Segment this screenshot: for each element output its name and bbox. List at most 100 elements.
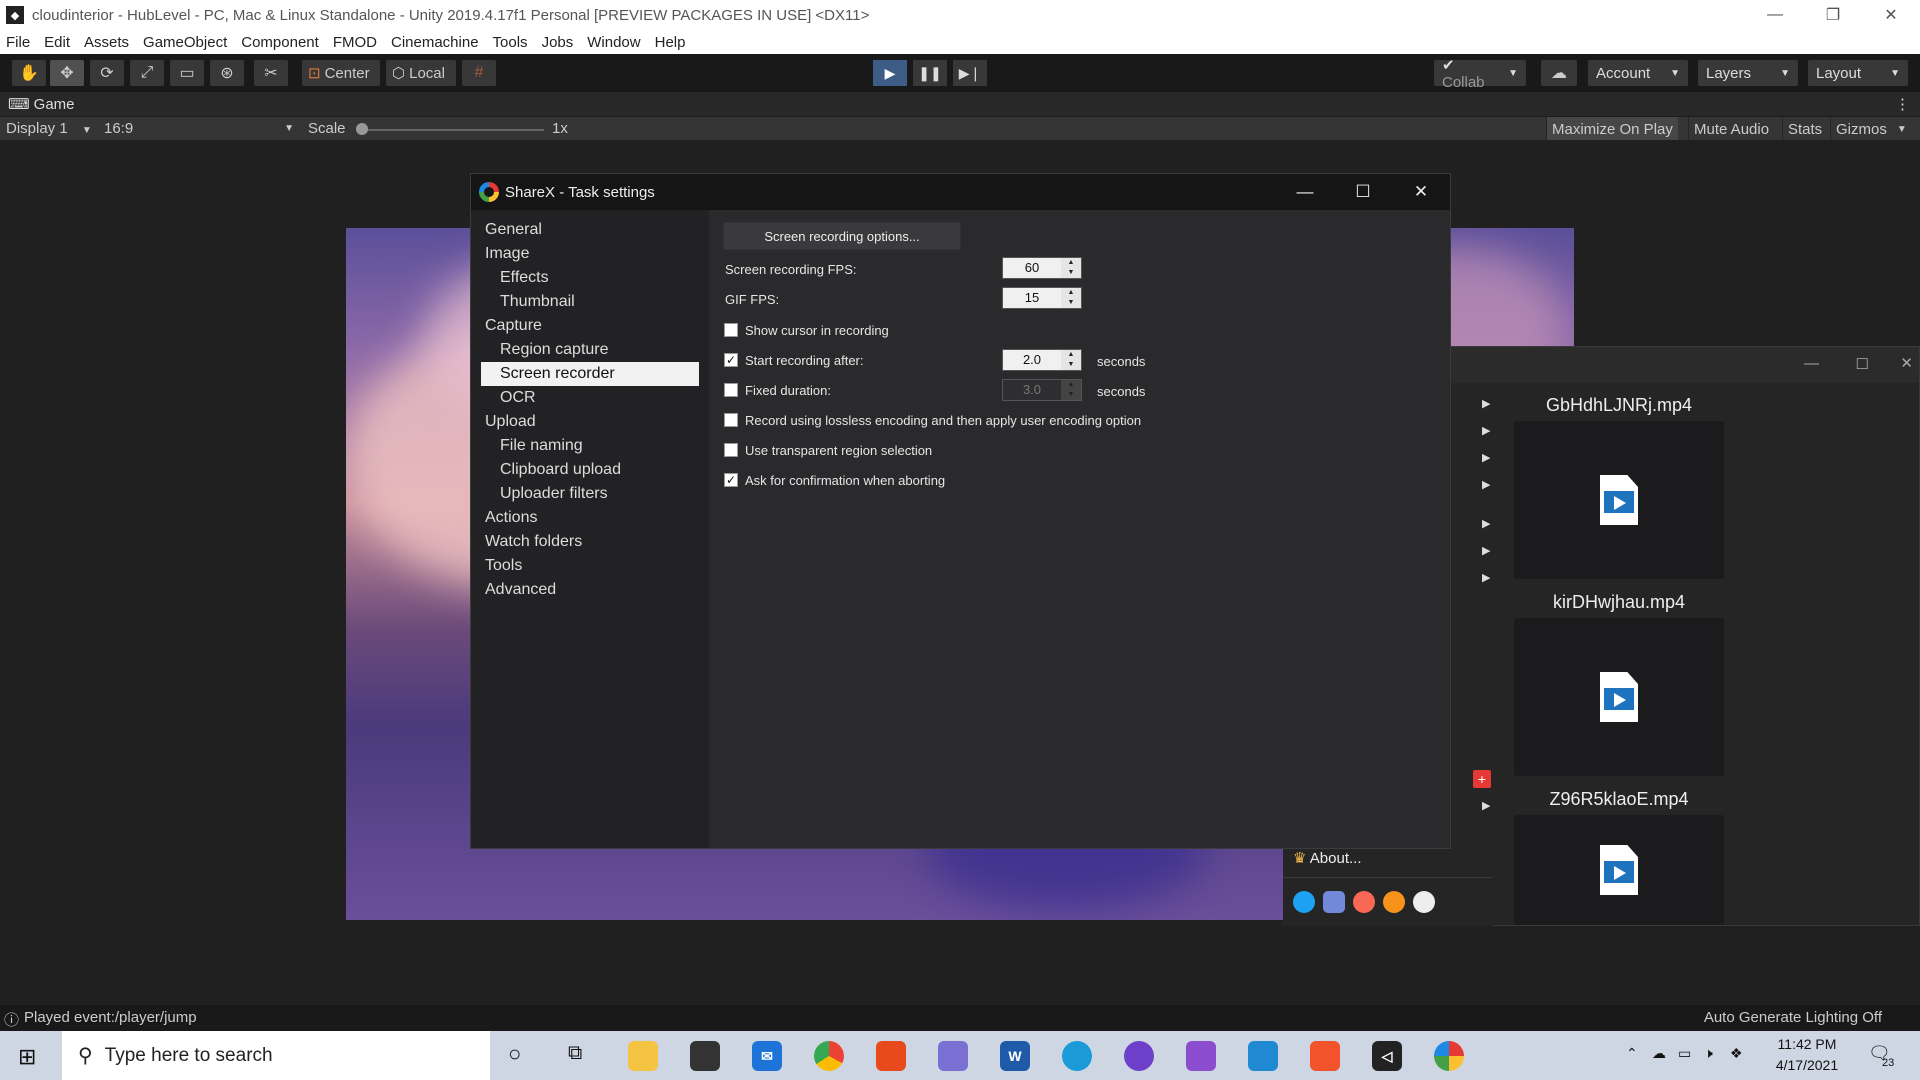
menu-arrow-icon[interactable]: ▶: [1482, 478, 1490, 491]
battery-icon[interactable]: ▭: [1678, 1045, 1691, 1062]
mail-icon[interactable]: ✉: [752, 1041, 782, 1071]
close-icon[interactable]: ✕: [1900, 354, 1913, 372]
nav-item-screen-recorder[interactable]: Screen recorder: [481, 362, 699, 386]
nav-item-general[interactable]: General: [481, 218, 699, 242]
stats-toggle[interactable]: Stats: [1782, 117, 1827, 141]
maximize-on-play-toggle[interactable]: Maximize On Play: [1546, 117, 1678, 141]
nav-item-file-naming[interactable]: File naming: [481, 434, 699, 458]
file-explorer-icon[interactable]: [628, 1041, 658, 1071]
start-after-value[interactable]: 2.0: [1003, 350, 1061, 370]
edge-icon[interactable]: [1062, 1041, 1092, 1071]
mute-audio-toggle[interactable]: Mute Audio: [1688, 117, 1774, 141]
game-tab[interactable]: ⌨ Game ⋮: [0, 92, 1920, 116]
menu-file[interactable]: File: [6, 34, 30, 51]
pivot-local-button[interactable]: ⬡ Local: [386, 60, 456, 86]
onedrive-icon[interactable]: ☁: [1652, 1045, 1666, 1062]
menu-window[interactable]: Window: [587, 34, 640, 51]
plus-badge-icon[interactable]: +: [1473, 770, 1491, 788]
store-icon[interactable]: [690, 1041, 720, 1071]
nav-item-actions[interactable]: Actions: [481, 506, 699, 530]
file-thumbnail[interactable]: [1514, 421, 1724, 579]
gif-fps-value[interactable]: 15: [1003, 288, 1061, 308]
pause-button[interactable]: ❚❚: [913, 60, 947, 86]
visual-studio-icon[interactable]: [1186, 1041, 1216, 1071]
nav-item-clipboard-upload[interactable]: Clipboard upload: [481, 458, 699, 482]
transparent-selection-checkbox[interactable]: [724, 443, 738, 457]
start-after-spinner[interactable]: 2.0 ▲ ▼: [1002, 349, 1082, 371]
status-message[interactable]: Played event:/player/jump: [24, 1009, 197, 1026]
menu-arrow-icon[interactable]: ▶: [1482, 571, 1490, 584]
spin-up-icon[interactable]: ▲: [1061, 350, 1081, 360]
clock-date[interactable]: 4/17/2021: [1762, 1057, 1852, 1073]
cortana-icon[interactable]: ○: [508, 1041, 521, 1067]
chrome-icon[interactable]: [814, 1041, 844, 1071]
grid-snap-icon[interactable]: #: [462, 60, 496, 86]
clock-time[interactable]: 11:42 PM: [1762, 1036, 1852, 1052]
spin-down-icon[interactable]: ▼: [1061, 268, 1081, 278]
taskbar-search[interactable]: ⚲ Type here to search: [62, 1031, 490, 1080]
menu-arrow-icon[interactable]: ▶: [1482, 424, 1490, 437]
move-tool-icon[interactable]: ✥: [50, 60, 84, 86]
twitter-icon[interactable]: [1293, 891, 1315, 913]
scale-slider-handle[interactable]: [356, 123, 368, 135]
menu-fmod[interactable]: FMOD: [333, 34, 377, 51]
dialog-close-button[interactable]: ✕: [1392, 174, 1450, 210]
menu-arrow-icon[interactable]: ▶: [1482, 799, 1490, 812]
file-thumbnail[interactable]: [1514, 815, 1724, 925]
play-button[interactable]: ▶: [873, 60, 907, 86]
bitcoin-icon[interactable]: [1383, 891, 1405, 913]
word-icon[interactable]: W: [1000, 1041, 1030, 1071]
nav-item-advanced[interactable]: Advanced: [481, 578, 699, 602]
menu-assets[interactable]: Assets: [84, 34, 129, 51]
nav-item-tools[interactable]: Tools: [481, 554, 699, 578]
dialog-maximize-button[interactable]: ☐: [1334, 174, 1392, 210]
brave-icon[interactable]: [1310, 1041, 1340, 1071]
restore-button[interactable]: ❐: [1804, 0, 1862, 30]
display-dropdown[interactable]: Display 1 ▼: [6, 120, 92, 137]
menu-help[interactable]: Help: [655, 34, 686, 51]
menu-component[interactable]: Component: [241, 34, 319, 51]
cloud-icon[interactable]: ☁: [1541, 60, 1577, 86]
gizmos-dropdown[interactable]: Gizmos ▼: [1830, 117, 1912, 141]
sharex-taskbar-icon[interactable]: [1434, 1041, 1464, 1071]
nav-item-effects[interactable]: Effects: [481, 266, 699, 290]
transform-tool-icon[interactable]: ⊛: [210, 60, 244, 86]
spin-down-icon[interactable]: ▼: [1061, 360, 1081, 370]
about-menu-item[interactable]: ♛ About...: [1293, 849, 1362, 867]
patreon-icon[interactable]: [1353, 891, 1375, 913]
collab-dropdown[interactable]: ✔ Collab ▼: [1434, 57, 1526, 91]
menu-edit[interactable]: Edit: [44, 34, 70, 51]
menu-arrow-icon[interactable]: ▶: [1482, 544, 1490, 557]
aspect-dropdown[interactable]: 16:9 ▼: [104, 120, 294, 137]
github-icon[interactable]: [1413, 891, 1435, 913]
nav-item-upload[interactable]: Upload: [481, 410, 699, 434]
file-item[interactable]: kirDHwjhau.mp4: [1514, 592, 1724, 776]
minimize-button[interactable]: —: [1746, 0, 1804, 30]
scale-tool-icon[interactable]: ⤢: [130, 60, 164, 86]
menu-jobs[interactable]: Jobs: [542, 34, 574, 51]
menu-tools[interactable]: Tools: [493, 34, 528, 51]
lossless-checkbox[interactable]: [724, 413, 738, 427]
confirm-abort-checkbox[interactable]: ✓: [724, 473, 738, 487]
file-item[interactable]: Z96R5klaoE.mp4: [1514, 789, 1724, 925]
hand-tool-icon[interactable]: ✋: [12, 60, 46, 86]
gif-fps-spinner[interactable]: 15 ▲ ▼: [1002, 287, 1082, 309]
nav-item-uploader-filters[interactable]: Uploader filters: [481, 482, 699, 506]
scale-slider-track[interactable]: [360, 129, 544, 131]
github-desktop-icon[interactable]: [1124, 1041, 1154, 1071]
nav-item-region-capture[interactable]: Region capture: [481, 338, 699, 362]
fps-value[interactable]: 60: [1003, 258, 1061, 278]
fixed-duration-checkbox[interactable]: [724, 383, 738, 397]
maximize-icon[interactable]: ☐: [1856, 355, 1869, 373]
nav-item-thumbnail[interactable]: Thumbnail: [481, 290, 699, 314]
pivot-center-button[interactable]: ⊡ Center: [302, 60, 380, 86]
account-dropdown[interactable]: Account ▼: [1588, 60, 1688, 86]
menu-arrow-icon[interactable]: ▶: [1482, 517, 1490, 530]
nav-item-ocr[interactable]: OCR: [481, 386, 699, 410]
more-options-icon[interactable]: ⋮: [1895, 95, 1910, 113]
menu-gameobject[interactable]: GameObject: [143, 34, 227, 51]
tray-chevron-icon[interactable]: ⌃: [1626, 1045, 1638, 1062]
spin-down-icon[interactable]: ▼: [1061, 298, 1081, 308]
spin-up-icon[interactable]: ▲: [1061, 258, 1081, 268]
start-windows-icon[interactable]: ⊞: [18, 1044, 36, 1070]
